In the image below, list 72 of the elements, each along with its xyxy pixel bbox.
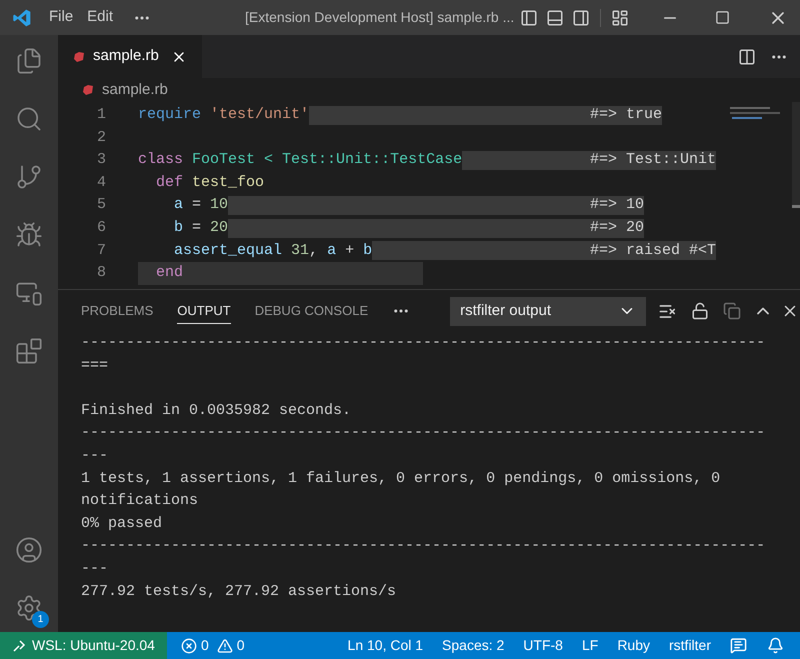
inline-result: #=> 20 [590,218,644,238]
ruby-file-icon [73,50,85,62]
app-logo-icon [12,8,32,28]
code-line: require 'test/unit' [138,105,310,126]
notification-badge: 1 [32,611,49,628]
code-line: assert_equal 31, a + b [173,240,372,261]
panel-tab[interactable]: OUTPUT [177,298,231,324]
output-line: --- [81,558,108,579]
output-line: 1 tests, 1 assertions, 1 failures, 0 errors, 0 pendings, 0 omissions, 0 [81,468,720,489]
line-number: 4 [96,172,106,193]
panel-right-icon[interactable] [572,8,590,26]
breadcrumb[interactable]: sample.rb [102,78,168,102]
scrollbar[interactable] [792,102,800,208]
output-line: === [81,356,108,376]
output-line: Finished in 0.0035982 seconds. [81,400,352,421]
source-control-icon[interactable] [15,163,43,191]
line-number: 5 [96,195,106,216]
split-editor-icon[interactable] [738,48,756,66]
problems-indicator[interactable]: 0 0 [180,635,245,656]
remote-indicator[interactable]: WSL: Ubuntu-20.04 [0,632,167,659]
output-line: ---------------------------------------------------------------------------- [81,423,766,444]
output-channel-dropdown[interactable]: rstfilter output [450,296,646,326]
window-title: [Extension Development Host] sample.rb ... [245,8,514,27]
line-number: 6 [96,218,106,238]
inline-result: #=> true [590,106,662,125]
code-line: def test_foo [155,172,264,193]
output-line: 277.92 tests/s, 277.92 assertions/s [81,582,396,602]
maximize-icon[interactable] [715,10,730,25]
account-icon[interactable] [15,536,43,564]
menu-item[interactable]: Edit [87,6,114,29]
remote-icon [12,638,26,652]
status-item[interactable]: LF [582,635,598,656]
output-line: ---------------------------------------------------------------------------- [81,536,766,556]
line-number: 8 [96,263,106,284]
panel-left-icon[interactable] [520,8,538,26]
files-icon[interactable] [15,47,43,75]
code-line: a = 10 [173,195,228,216]
debug-icon[interactable] [15,221,43,249]
notifications-icon[interactable] [767,637,784,654]
editor-tab[interactable]: sample.rb [58,35,202,78]
status-item[interactable]: Ln 10, Col 1 [348,635,424,656]
output-line: 0% passed [81,514,162,534]
panel-tab[interactable]: PROBLEMS [81,298,154,324]
line-number: 3 [96,150,106,170]
status-item[interactable]: rstfilter [669,635,711,656]
error-icon [180,638,197,654]
line-number: 7 [96,240,106,261]
inline-result: #=> 10 [590,196,644,216]
panel-bottom-icon[interactable] [546,8,564,26]
extensions-icon[interactable] [15,337,43,365]
feedback-icon[interactable] [730,637,747,654]
status-item[interactable]: UTF-8 [523,635,563,656]
output-line: --- [81,446,108,466]
line-number: 2 [96,128,106,148]
copy-icon [723,302,742,320]
ruby-file-icon [82,84,94,96]
code-line: b = 20 [173,218,228,238]
status-item[interactable]: Spaces: 2 [442,635,504,656]
inline-result: #=> Test::Unit [590,150,716,170]
warning-icon [216,638,233,654]
menu-item[interactable]: File [49,6,74,29]
inline-result: #=> raised #<T [590,241,716,260]
code-line: class FooTest < Test::Unit::TestCase [138,150,462,170]
output-line: notifications [81,491,198,512]
search-icon[interactable] [15,105,43,133]
settings-icon[interactable] [15,594,43,622]
status-item[interactable]: Ruby [617,635,650,656]
panel-tab[interactable]: DEBUG CONSOLE [254,298,368,324]
unlock-icon[interactable] [691,302,710,320]
line-number: 1 [96,105,106,126]
output-line: ---------------------------------------------------------------------------- [81,333,766,354]
layout-icon[interactable] [611,8,630,26]
